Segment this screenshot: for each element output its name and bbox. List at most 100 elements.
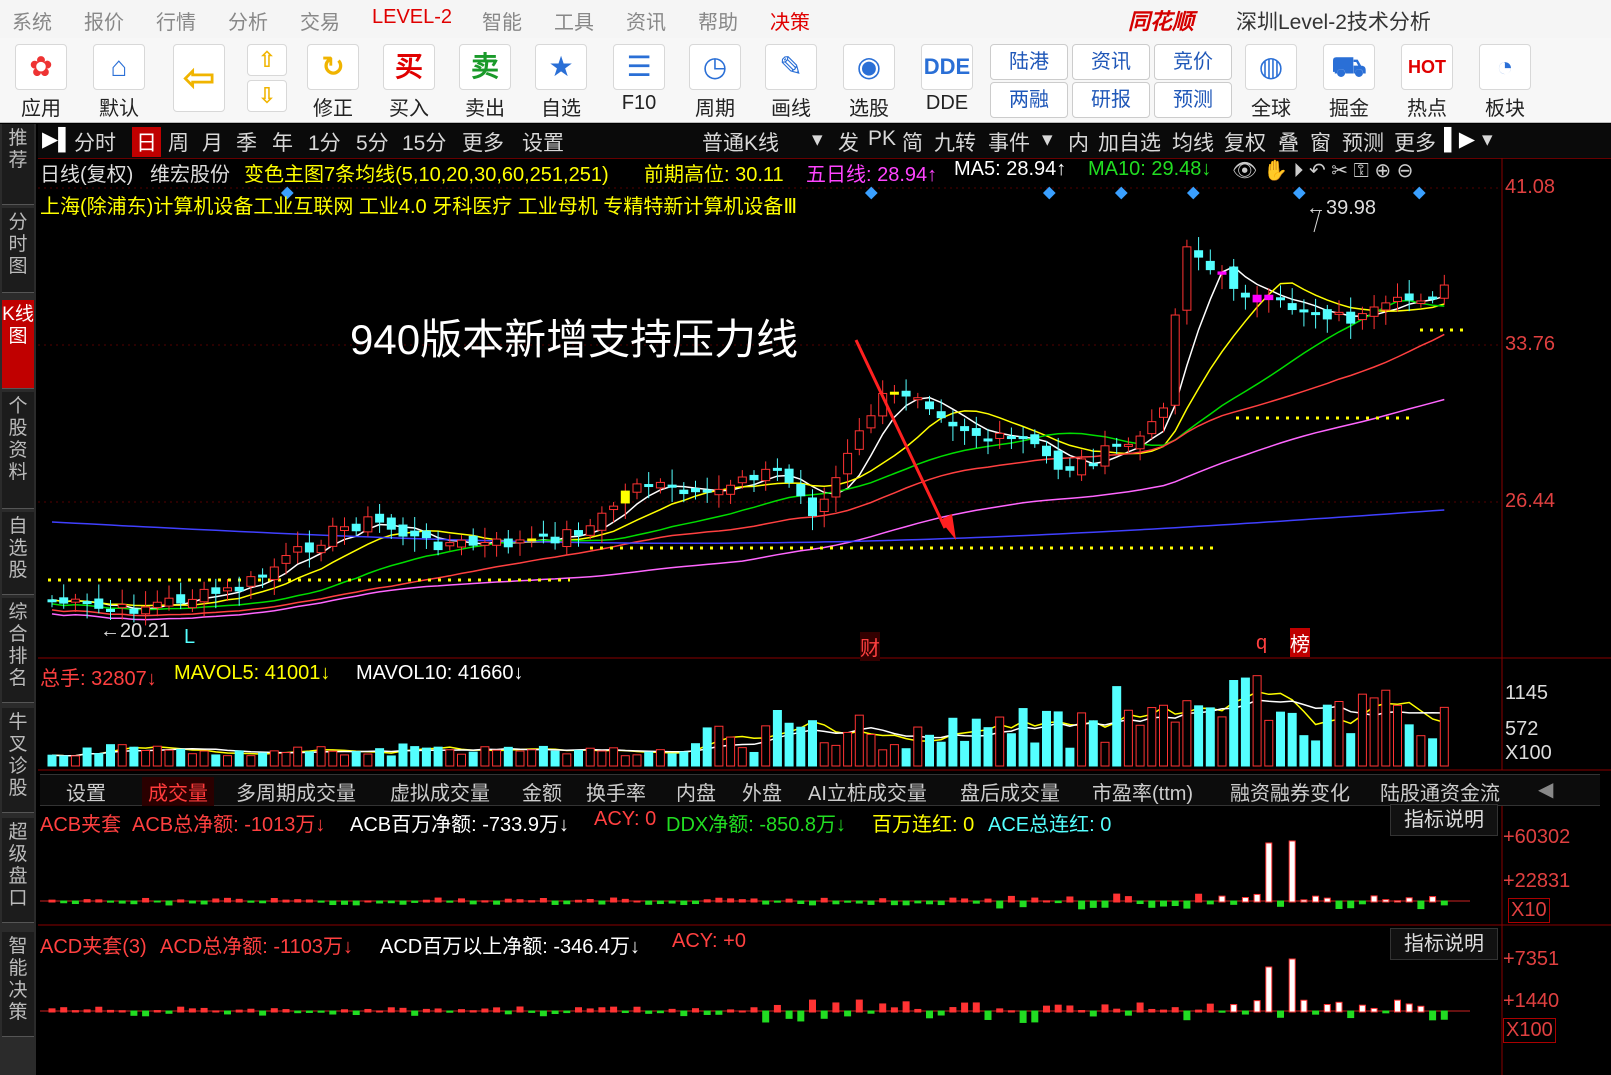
acd-bar xyxy=(1277,1010,1284,1018)
acd-bar xyxy=(1031,1010,1039,1023)
acd-bar xyxy=(493,1007,501,1013)
tab-outer-disk[interactable]: 外盘 xyxy=(742,777,782,806)
candle-body xyxy=(1018,436,1028,440)
acb-bar xyxy=(996,900,1004,909)
candle-body xyxy=(925,401,934,410)
acd-bar xyxy=(1323,1004,1331,1013)
acb-bar xyxy=(890,900,898,906)
tab-volume[interactable]: 成交量 xyxy=(142,777,214,806)
event-mark-finance[interactable]: 财 xyxy=(860,632,880,661)
tab-settings[interactable]: 设置 xyxy=(66,777,106,806)
tab-turnover[interactable]: 换手率 xyxy=(586,777,646,806)
acd-bar xyxy=(446,1010,454,1013)
tab-pe-ttm[interactable]: 市盈率(ttm) xyxy=(1092,777,1193,806)
acb-bar xyxy=(247,900,255,903)
acd-bar xyxy=(212,1010,220,1013)
candle-body xyxy=(82,601,92,605)
candle-body xyxy=(386,517,396,530)
acb-red-days: 百万连红: 0 xyxy=(872,814,975,836)
candle-body xyxy=(1229,266,1239,289)
acd-bar xyxy=(48,1008,56,1013)
acb-bar xyxy=(949,897,957,903)
tab-virtual-volume[interactable]: 虚拟成交量 xyxy=(390,777,490,806)
acd-bar xyxy=(1394,999,1401,1013)
acd-bar xyxy=(469,1010,477,1013)
acb-bar xyxy=(1019,900,1027,908)
acb-bar xyxy=(200,900,208,905)
acb-bar xyxy=(1206,900,1214,905)
volume-bar xyxy=(772,710,782,767)
event-mark-q[interactable]: q xyxy=(1256,632,1267,655)
volume-bar xyxy=(597,750,607,767)
acd-bar xyxy=(855,999,863,1013)
volume-bar xyxy=(363,753,373,767)
acb-bar xyxy=(1440,900,1448,906)
candle-body xyxy=(983,438,993,442)
acd-bar xyxy=(1089,1010,1097,1017)
tab-scroll-left-icon[interactable]: ◀ xyxy=(1538,777,1553,802)
acd-bar xyxy=(516,1006,524,1013)
acd-bar xyxy=(1195,1009,1203,1013)
volume-bar xyxy=(609,747,619,767)
volume-bar xyxy=(808,720,817,767)
candle-body xyxy=(913,397,923,401)
acb-bar xyxy=(621,898,629,903)
volume-bar xyxy=(492,749,502,767)
candle-body xyxy=(468,535,478,546)
acd-bar xyxy=(1265,966,1273,1013)
acd-help-button[interactable]: 指标说明 xyxy=(1390,928,1498,960)
acd-bar xyxy=(60,1007,68,1013)
tab-amount[interactable]: 金额 xyxy=(522,777,562,806)
acd-bar xyxy=(481,1008,489,1013)
acb-bar xyxy=(282,899,290,903)
acb-bar xyxy=(458,898,465,903)
chart-tool-icons[interactable]: 👁 ✋ ⏵ ↶ ✂ ⚿ ⊕ ⊖ xyxy=(1232,158,1413,183)
tab-margin-change[interactable]: 融资融券变化 xyxy=(1230,777,1350,806)
acd-bar xyxy=(458,1009,465,1013)
candle-body xyxy=(1077,458,1087,476)
acb-bar xyxy=(715,897,723,903)
acb-bar xyxy=(1230,900,1238,905)
acb-bar xyxy=(95,899,103,903)
candle-body xyxy=(1053,450,1063,470)
acb-bar xyxy=(773,900,781,903)
volume-bar xyxy=(691,743,700,767)
acb-bar xyxy=(1429,896,1437,903)
candle-body xyxy=(761,468,771,482)
tab-after-hours-volume[interactable]: 盘后成交量 xyxy=(960,777,1060,806)
acd-bar xyxy=(1382,1010,1390,1014)
acb-bar xyxy=(820,897,828,903)
acb-bar xyxy=(83,899,91,903)
volume-bar xyxy=(164,749,174,767)
candle-body xyxy=(632,483,642,493)
tab-ai-volume[interactable]: AI立桩成交量 xyxy=(808,777,927,806)
tab-northbound-flow[interactable]: 陆股通资金流 xyxy=(1380,777,1500,806)
acb-bar xyxy=(1054,900,1062,904)
volume-bar xyxy=(819,742,829,767)
acb-bar xyxy=(270,898,278,903)
acb-y-label-2: +22831 xyxy=(1503,870,1571,892)
acb-help-button[interactable]: 指标说明 xyxy=(1390,804,1498,836)
acd-bar xyxy=(305,1010,313,1013)
candle-body xyxy=(246,576,256,587)
acb-bar xyxy=(142,897,150,903)
volume-bar xyxy=(866,733,876,767)
event-mark-list[interactable]: 榜 xyxy=(1290,628,1310,657)
tab-inner-disk[interactable]: 内盘 xyxy=(676,777,716,806)
acd-bar xyxy=(1206,1003,1214,1013)
acd-bar xyxy=(224,1010,231,1015)
acd-bar xyxy=(247,1008,255,1013)
acd-bar xyxy=(610,1006,618,1013)
volume-bar xyxy=(1159,704,1168,767)
acd-bar xyxy=(107,1009,114,1013)
tab-multi-period-volume[interactable]: 多周期成交量 xyxy=(236,777,356,806)
low-mark: L xyxy=(184,626,196,648)
acb-bar xyxy=(1171,900,1179,907)
acd-bar xyxy=(1405,1003,1413,1013)
volume-bar xyxy=(1264,719,1274,767)
acd-bar xyxy=(130,1010,138,1016)
acb-bar xyxy=(71,900,79,905)
acd-bar xyxy=(317,1010,325,1013)
acb-bar xyxy=(972,900,980,904)
acb-bar xyxy=(727,898,735,903)
